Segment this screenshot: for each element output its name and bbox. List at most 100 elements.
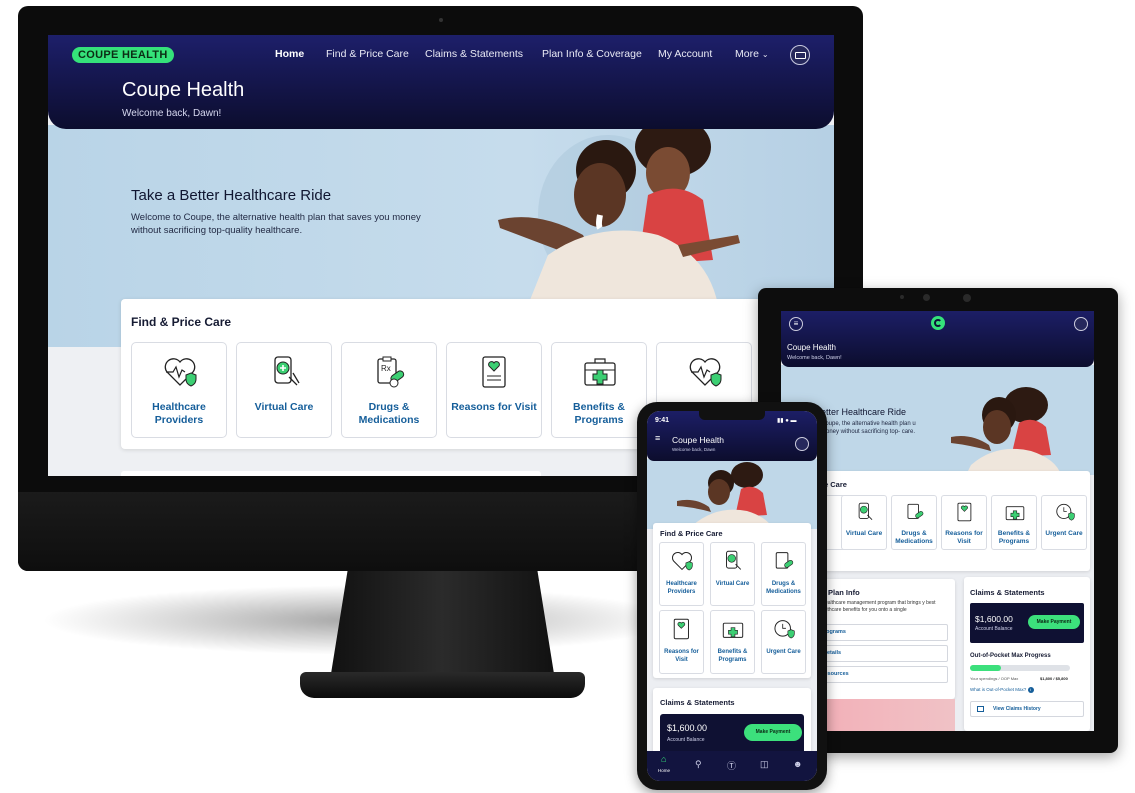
tablet-hero: etter Healthcare Ride Coupe, the alterna… xyxy=(781,365,1094,475)
balance-panel: $1,600.00 Account Balance Make Payment xyxy=(970,603,1084,643)
nav-my-account[interactable]: My Account xyxy=(658,48,712,60)
phone-medical-icon xyxy=(858,502,873,520)
document-heart-icon xyxy=(957,502,972,522)
profile-icon[interactable]: ☻ xyxy=(793,759,802,769)
tile-benefits-programs[interactable]: Benefits & Programs xyxy=(551,342,647,438)
phone-tile-benefits[interactable]: Benefits & Programs xyxy=(710,610,755,674)
hero-body: Welcome to Coupe, the alternative health… xyxy=(131,212,421,236)
phone-claims-card: Claims & Statements $1,600.00 Account Ba… xyxy=(653,688,811,758)
tile-label: Reasons for Visit xyxy=(664,649,699,663)
tile-reasons-for-visit[interactable]: Reasons for Visit xyxy=(446,342,542,438)
coupe-logo-icon[interactable] xyxy=(931,316,945,330)
tablet-tile-virtual-care[interactable]: Virtual Care xyxy=(841,495,887,550)
heart-shield-icon xyxy=(689,358,722,387)
status-time: 9:41 xyxy=(655,417,670,424)
tablet-screen: ≡ Coupe Health Welcome back, Dawn! etter… xyxy=(781,311,1094,731)
hero-photo-mother-daughter xyxy=(677,462,773,529)
tablet-find-care-card: e Care s Virtual Care Drugs & Medication… xyxy=(800,471,1090,571)
oop-progress-track xyxy=(970,665,1070,671)
phone-tile-urgent-care[interactable]: Urgent Care xyxy=(761,610,806,674)
medkit-icon xyxy=(1005,506,1025,521)
oop-values: $1,800 / $5,800 xyxy=(1040,676,1068,681)
tile-label: Reasons for Visit xyxy=(945,530,983,545)
find-care-title: Find & Price Care xyxy=(131,315,232,329)
make-payment-button[interactable]: Make Payment xyxy=(1028,615,1080,629)
nav-plan-info-coverage[interactable]: Plan Info & Coverage xyxy=(542,48,642,60)
phone-tile-drugs[interactable]: Drugs & Medications xyxy=(761,542,806,606)
page-title: Coupe Health xyxy=(122,79,245,101)
brand-logo[interactable]: COUPE HEALTH xyxy=(72,47,174,63)
heart-shield-icon xyxy=(164,358,197,387)
oop-title: Out-of-Pocket Max Progress xyxy=(970,653,1051,659)
tablet-tile-drugs[interactable]: Drugs & Medications xyxy=(891,495,937,550)
tablet-tile-urgent-care[interactable]: Urgent Care xyxy=(1041,495,1087,550)
tile-label: Healthcare Providers xyxy=(152,401,206,426)
heart-shield-icon xyxy=(672,552,693,571)
phone-title: Coupe Health xyxy=(672,435,724,445)
tile-label: Benefits & Programs xyxy=(573,401,625,426)
view-claims-history-button[interactable]: View Claims History xyxy=(970,701,1084,717)
tablet-welcome: Welcome back, Dawn! xyxy=(787,355,842,361)
tablet-tile-reasons[interactable]: Reasons for Visit xyxy=(941,495,987,550)
oop-help-link-text: What is Out-of-Pocket Max? xyxy=(970,687,1027,692)
tile-label: Reasons for Visit xyxy=(451,401,537,413)
oop-progress-fill xyxy=(970,665,1001,671)
phone-balance-panel: $1,600.00 Account Balance Make Payment xyxy=(660,714,804,754)
document-heart-icon xyxy=(673,618,689,640)
id-card-icon[interactable] xyxy=(1074,317,1088,331)
tablet-sensor xyxy=(963,294,971,302)
phone-welcome: Welcome back, Dawn xyxy=(672,447,716,452)
welcome-message: Welcome back, Dawn! xyxy=(122,108,222,119)
oop-help-link[interactable]: What is Out-of-Pocket Max? i xyxy=(970,687,1034,693)
tile-label: Urgent Care xyxy=(1045,530,1083,537)
menu-icon[interactable]: ≡ xyxy=(789,317,803,331)
hero-photo-mother-daughter xyxy=(498,125,740,305)
search-icon[interactable]: ⚲ xyxy=(695,759,702,770)
clock-shield-icon xyxy=(1056,503,1075,521)
tile-label: Drugs & Medications xyxy=(358,401,420,426)
monitor-stand-neck xyxy=(330,568,555,680)
tablet-sensor xyxy=(923,294,930,301)
monitor-stand-base xyxy=(300,672,585,698)
dollar-icon[interactable]: Ⓣ xyxy=(727,759,736,772)
rx-clipboard-icon xyxy=(907,503,924,519)
briefcase-icon[interactable]: ◫ xyxy=(760,759,769,770)
chevron-down-icon: ⌄ xyxy=(761,50,769,59)
tile-label: Drugs & Medications xyxy=(895,530,933,545)
tile-label: Benefits & Programs xyxy=(717,649,748,663)
tile-drugs-medications[interactable]: Rx Drugs & Medications xyxy=(341,342,437,438)
phone-claims-title: Claims & Statements xyxy=(660,698,735,707)
id-card-icon[interactable] xyxy=(790,45,810,65)
tile-label: Healthcare Providers xyxy=(666,581,697,595)
nav-find-price-care[interactable]: Find & Price Care xyxy=(326,48,409,60)
tab-home-label: Home xyxy=(658,768,671,773)
rx-clipboard-icon xyxy=(775,552,794,569)
claims-title: Claims & Statements xyxy=(970,588,1045,597)
phone-tile-reasons[interactable]: Reasons for Visit xyxy=(659,610,704,674)
tablet-claims-card: Claims & Statements $1,600.00 Account Ba… xyxy=(964,577,1090,731)
phone-make-payment-button[interactable]: Make Payment xyxy=(744,724,802,741)
menu-icon[interactable]: ≡ xyxy=(655,433,660,443)
tile-virtual-care[interactable]: Virtual Care xyxy=(236,342,332,438)
phone-tile-virtual-care[interactable]: Virtual Care xyxy=(710,542,755,606)
tablet-header: ≡ Coupe Health Welcome back, Dawn! xyxy=(781,311,1094,367)
bottom-tab-bar: ⌂ Home ⚲ Ⓣ ◫ ☻ xyxy=(647,751,817,781)
device-mockup-scene: COUPE HEALTH Home Find & Price Care Clai… xyxy=(0,0,1135,793)
tablet-tile-benefits[interactable]: Benefits & Programs xyxy=(991,495,1037,550)
tablet-hero-title: etter Healthcare Ride xyxy=(821,407,907,417)
oop-caption: Your spendings / OOP Max xyxy=(970,676,1019,681)
nav-home[interactable]: Home xyxy=(275,48,304,60)
phone-notch xyxy=(699,411,765,420)
nav-more[interactable]: More ⌄ xyxy=(735,48,769,60)
medkit-icon xyxy=(722,622,744,638)
nav-claims-statements[interactable]: Claims & Statements xyxy=(425,48,523,60)
phone-tile-providers[interactable]: Healthcare Providers xyxy=(659,542,704,606)
monitor-camera xyxy=(439,18,443,22)
home-icon[interactable]: ⌂ xyxy=(661,754,666,764)
id-card-icon[interactable] xyxy=(795,437,809,451)
phone-find-care-title: Find & Price Care xyxy=(660,529,723,538)
top-navigation: COUPE HEALTH Home Find & Price Care Clai… xyxy=(48,35,834,129)
balance-label: Account Balance xyxy=(975,626,1013,632)
tile-label: Virtual Care xyxy=(254,401,314,413)
tile-healthcare-providers[interactable]: Healthcare Providers xyxy=(131,342,227,438)
